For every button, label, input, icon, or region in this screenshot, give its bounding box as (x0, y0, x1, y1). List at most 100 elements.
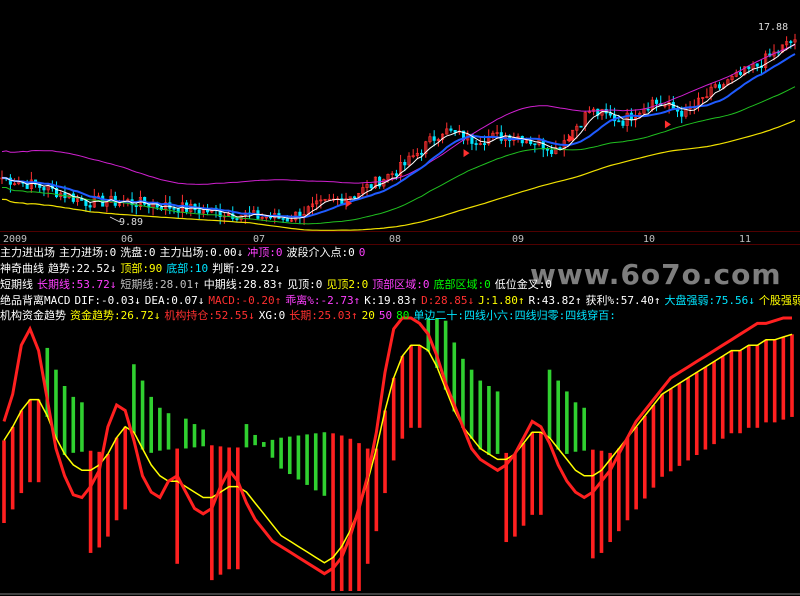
histogram-bar (279, 437, 283, 469)
candle-body (394, 173, 398, 176)
info-row-4: 绝品背离MACD DIF:-0.03↓ DEA:0.07↓ MACD:-0.20↑ 乖离… (0, 293, 800, 309)
info-row-2-item-0: 神奇曲线 (0, 262, 44, 275)
info-row-5-item-3: XG:0 (258, 309, 286, 322)
histogram-bar (530, 432, 535, 515)
candle-body (474, 143, 478, 145)
info-row-4-item-6: D:28.85↓ (421, 294, 475, 307)
candle-body (88, 205, 92, 208)
info-row-1-item-0: 主力进出场 (0, 246, 55, 259)
histogram-bar (461, 358, 465, 428)
histogram-bar (36, 399, 41, 483)
watermark: www.6o7o.com (530, 258, 782, 291)
info-row-3-item-0: 短期线 (0, 278, 33, 291)
histogram-bar (686, 377, 690, 461)
histogram-bar (71, 396, 76, 453)
info-row-1-item-4: 冲顶:0 (247, 246, 283, 259)
candle-body (268, 216, 273, 219)
info-row-4-item-5: K:19.83↑ (364, 294, 418, 307)
histogram-bar (175, 448, 179, 564)
info-row-3-item-5: 见顶2:0 (326, 278, 369, 291)
info-row-4-item-11: 个股强弱:26 (758, 294, 800, 307)
info-row-1-item-5: 波段介入点:0 (286, 246, 355, 259)
histogram-bar (391, 377, 396, 461)
histogram-bar (10, 426, 15, 510)
date-label-2009: 2009 (3, 234, 28, 245)
histogram-bar (296, 435, 301, 480)
histogram-bar (547, 369, 552, 439)
histogram-bar (634, 426, 638, 510)
histogram-bar (781, 337, 786, 420)
histogram-bar (712, 361, 716, 445)
histogram-bar (374, 448, 379, 532)
institution-holding-line (2, 316, 792, 576)
info-row-1-item-2: 洗盘:0 (120, 246, 156, 259)
histogram-bar (651, 405, 656, 488)
candle-body (432, 136, 436, 141)
candle-body (453, 129, 457, 133)
histogram-bar (495, 391, 500, 454)
histogram-bar (270, 439, 275, 458)
histogram-bar (521, 443, 526, 526)
date-label-06: 06 (121, 234, 134, 245)
candle-body (449, 128, 453, 131)
info-row-1-item-3: 主力出场:0.00↓ (159, 246, 244, 259)
histogram-bar (573, 402, 578, 452)
info-row-3-item-7: 底部区域:0 (433, 278, 491, 291)
date-label-09: 09 (512, 234, 525, 245)
histogram-bar (88, 450, 93, 553)
candle-body (550, 149, 554, 154)
histogram-bar (755, 345, 760, 428)
info-row-4-item-1: DIF:-0.03↓ (74, 294, 141, 307)
price-high-label: 17.88 (758, 22, 789, 33)
info-row-5-item-2: 机构持仓:52.55↓ (164, 309, 255, 322)
info-row-5-item-7: 80 (396, 309, 410, 322)
candle-body (533, 143, 537, 146)
histogram-bar (703, 366, 708, 450)
histogram-bar (539, 432, 543, 515)
histogram-bar (487, 386, 491, 455)
histogram-bar (790, 334, 794, 417)
histogram-bar (513, 454, 517, 537)
histogram-bar (140, 380, 145, 450)
info-row-5-item-4: 长期:25.03↑ (289, 309, 358, 322)
info-row-1-item-6: 0 (358, 246, 366, 259)
histogram-bar (149, 396, 154, 453)
info-row-5-item-8: 单边二十:四线小六:四线归零:四线穿百: (413, 309, 616, 322)
info-row-3-item-2: 短期线:28.01↑ (120, 278, 200, 291)
histogram-bar (54, 369, 58, 439)
candle-body (738, 72, 743, 75)
candle-body (654, 99, 659, 104)
histogram-bar (720, 356, 725, 439)
info-row-5-item-0: 机构资金趋势 (0, 309, 66, 322)
histogram-bar (565, 391, 569, 454)
histogram-bar (339, 435, 344, 591)
histogram-bar (305, 434, 309, 485)
info-row-5-item-1: 资金趋势:26.72↓ (70, 309, 161, 322)
histogram-bar (28, 399, 32, 483)
histogram-bar (2, 440, 6, 523)
histogram-bar (158, 407, 162, 451)
upper-band-line (1, 44, 796, 185)
histogram-bar (400, 356, 405, 439)
histogram-bar (677, 383, 682, 466)
histogram-bar (62, 386, 67, 455)
info-row-3-item-1: 长期线:53.72↓ (37, 278, 117, 291)
histogram-bar (409, 345, 413, 428)
candle-body (789, 41, 793, 43)
info-row-3-item-4: 见顶:0 (287, 278, 323, 291)
candle-body (482, 143, 487, 145)
candle-body (42, 187, 46, 191)
histogram-bar (166, 413, 171, 450)
candle-body (617, 120, 621, 123)
candle-body (717, 84, 722, 89)
info-row-2-item-3: 底部:10 (166, 262, 209, 275)
histogram-bar (772, 339, 777, 423)
candle-body (621, 120, 625, 126)
signal-arrow (463, 149, 470, 158)
histogram-bar (625, 437, 630, 521)
histogram-bar (582, 407, 586, 451)
candle-body (197, 209, 201, 214)
candle-body (529, 140, 533, 145)
histogram-bar (668, 388, 673, 472)
histogram-bar (313, 433, 318, 491)
